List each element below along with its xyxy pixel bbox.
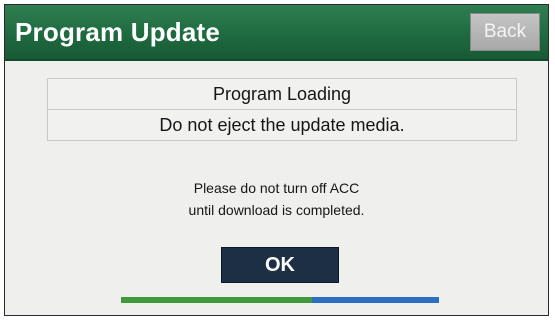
page-title: Program Update	[15, 17, 221, 47]
acc-notice-line-2: until download is completed.	[188, 202, 365, 218]
status-message-loading: Program Loading	[212, 84, 352, 104]
back-button[interactable]: Back	[470, 13, 540, 51]
acc-notice-line-1: Please do not turn off ACC	[193, 180, 360, 196]
ok-button[interactable]: OK	[221, 247, 339, 283]
acc-notice: Please do not turn off ACC until downloa…	[5, 177, 548, 221]
header-bar: Program Update Back	[5, 5, 548, 61]
status-message-warning: Do not eject the update media.	[48, 109, 516, 140]
download-progress-fill	[121, 297, 312, 303]
download-progress-bar	[121, 297, 439, 303]
status-message-box: Program Loading Do not eject the update …	[47, 78, 517, 141]
program-update-screen: Program Update Back Program Loading Do n…	[4, 4, 549, 316]
